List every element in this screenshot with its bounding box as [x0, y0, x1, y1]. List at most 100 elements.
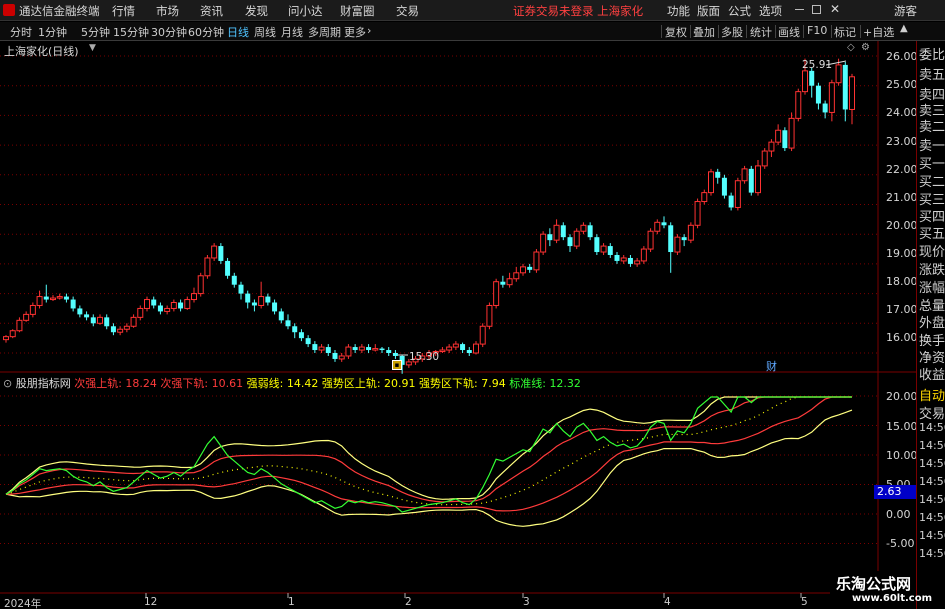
candle[interactable] [90, 314, 96, 327]
indicator-name[interactable]: 股朋指标网 [16, 377, 71, 390]
candle[interactable] [84, 311, 90, 321]
candle[interactable] [600, 243, 607, 255]
candle[interactable] [285, 314, 291, 330]
candle[interactable] [36, 290, 43, 309]
menu-item-function[interactable]: 功能 [667, 3, 690, 19]
candle[interactable] [151, 296, 157, 309]
candle[interactable] [795, 88, 802, 122]
candle[interactable] [392, 350, 398, 359]
menu-item-wealth[interactable]: 财富圈 [340, 3, 375, 19]
candle[interactable] [479, 323, 486, 348]
candle[interactable] [694, 198, 701, 229]
finance-marker-icon[interactable]: 财 [766, 358, 777, 374]
candle[interactable] [734, 177, 741, 211]
candle[interactable] [822, 100, 828, 119]
candle[interactable] [191, 287, 197, 303]
candle[interactable] [312, 341, 318, 353]
candle[interactable] [687, 222, 694, 244]
menu-item-options[interactable]: 选项 [759, 3, 782, 19]
candle[interactable] [721, 174, 727, 199]
tool-draw-button[interactable]: 画线 [778, 24, 800, 40]
candle[interactable] [379, 347, 385, 353]
candle[interactable] [594, 234, 600, 255]
candle[interactable] [500, 275, 506, 288]
candle[interactable] [668, 222, 674, 273]
tab-period-1min[interactable]: 1分钟 [38, 24, 67, 40]
candle[interactable] [486, 302, 493, 330]
candle[interactable] [278, 308, 284, 324]
candle[interactable] [63, 293, 69, 303]
tool-multistock-button[interactable]: 多股 [721, 24, 743, 40]
candle[interactable] [809, 67, 815, 98]
menu-item-trade[interactable]: 交易 [396, 3, 419, 19]
candle[interactable] [70, 296, 76, 312]
candle[interactable] [366, 344, 372, 353]
candle[interactable] [553, 219, 560, 244]
candle[interactable] [547, 228, 553, 247]
candle[interactable] [50, 295, 56, 302]
candle[interactable] [654, 219, 661, 235]
candle[interactable] [218, 243, 224, 264]
candle[interactable] [272, 299, 278, 315]
candle[interactable] [828, 79, 835, 122]
menu-item-discover[interactable]: 发现 [245, 3, 268, 19]
candle[interactable] [123, 323, 130, 333]
candle[interactable] [184, 296, 191, 310]
menu-item-formula[interactable]: 公式 [728, 3, 751, 19]
candle[interactable] [506, 272, 513, 288]
candle[interactable] [573, 228, 580, 250]
candle[interactable] [520, 263, 526, 276]
candle[interactable] [815, 82, 821, 110]
candle[interactable] [533, 249, 540, 273]
candle[interactable] [741, 165, 748, 184]
candle[interactable] [258, 281, 265, 309]
candle[interactable] [755, 159, 761, 196]
candle[interactable] [345, 344, 352, 359]
candlestick-chart[interactable] [0, 41, 916, 609]
close-icon[interactable]: ✕ [830, 2, 840, 16]
candle[interactable] [768, 139, 775, 157]
candle[interactable] [527, 263, 533, 273]
candle[interactable] [318, 344, 325, 353]
candle[interactable] [298, 329, 304, 342]
candle[interactable] [3, 335, 9, 343]
menu-item-quotes[interactable]: 行情 [112, 3, 135, 19]
candle[interactable] [708, 168, 714, 196]
candle[interactable] [97, 314, 103, 325]
scroll-up-icon[interactable]: ▲ [900, 23, 908, 34]
candle[interactable] [178, 299, 184, 312]
candle[interactable] [761, 148, 768, 169]
candle[interactable] [681, 234, 687, 247]
add-watchlist-button[interactable]: +自选 [863, 24, 894, 40]
event-marker-icon[interactable]: ▪ [392, 360, 402, 370]
maximize-icon[interactable] [812, 5, 821, 14]
candle[interactable] [117, 326, 124, 336]
candle[interactable] [292, 323, 298, 339]
tool-stats-button[interactable]: 统计 [750, 24, 772, 40]
candle[interactable] [460, 342, 466, 353]
candle[interactable] [325, 344, 331, 356]
candle[interactable] [231, 272, 237, 288]
chevron-right-icon[interactable]: › [367, 24, 371, 37]
candle[interactable] [251, 299, 257, 312]
user-label[interactable]: 游客 [894, 3, 917, 19]
tab-period-multi[interactable]: 多周期 [308, 24, 341, 40]
candle[interactable] [386, 347, 392, 356]
candle[interactable] [137, 305, 144, 321]
tab-period-more[interactable]: 更多 [344, 24, 366, 40]
candle[interactable] [225, 257, 231, 279]
tool-f10-button[interactable]: F10 [807, 24, 827, 37]
candle[interactable] [29, 302, 36, 318]
candle[interactable] [16, 317, 23, 333]
tab-period-15min[interactable]: 15分钟 [113, 24, 149, 40]
candle[interactable] [493, 278, 500, 309]
tab-period-60min[interactable]: 60分钟 [188, 24, 224, 40]
candle[interactable] [587, 222, 593, 241]
candle[interactable] [788, 112, 795, 152]
trade-login-notice[interactable]: 证券交易未登录 上海家化 [513, 3, 643, 19]
candle[interactable] [674, 234, 681, 255]
candle[interactable] [701, 189, 708, 205]
quote-side-panel[interactable]: 委比 卖五 卖四 卖三 卖二 卖一 买一 买二 买三 买四 买五 现价 涨跌 涨… [916, 41, 945, 609]
candle[interactable] [634, 257, 641, 267]
candle[interactable] [748, 165, 754, 196]
